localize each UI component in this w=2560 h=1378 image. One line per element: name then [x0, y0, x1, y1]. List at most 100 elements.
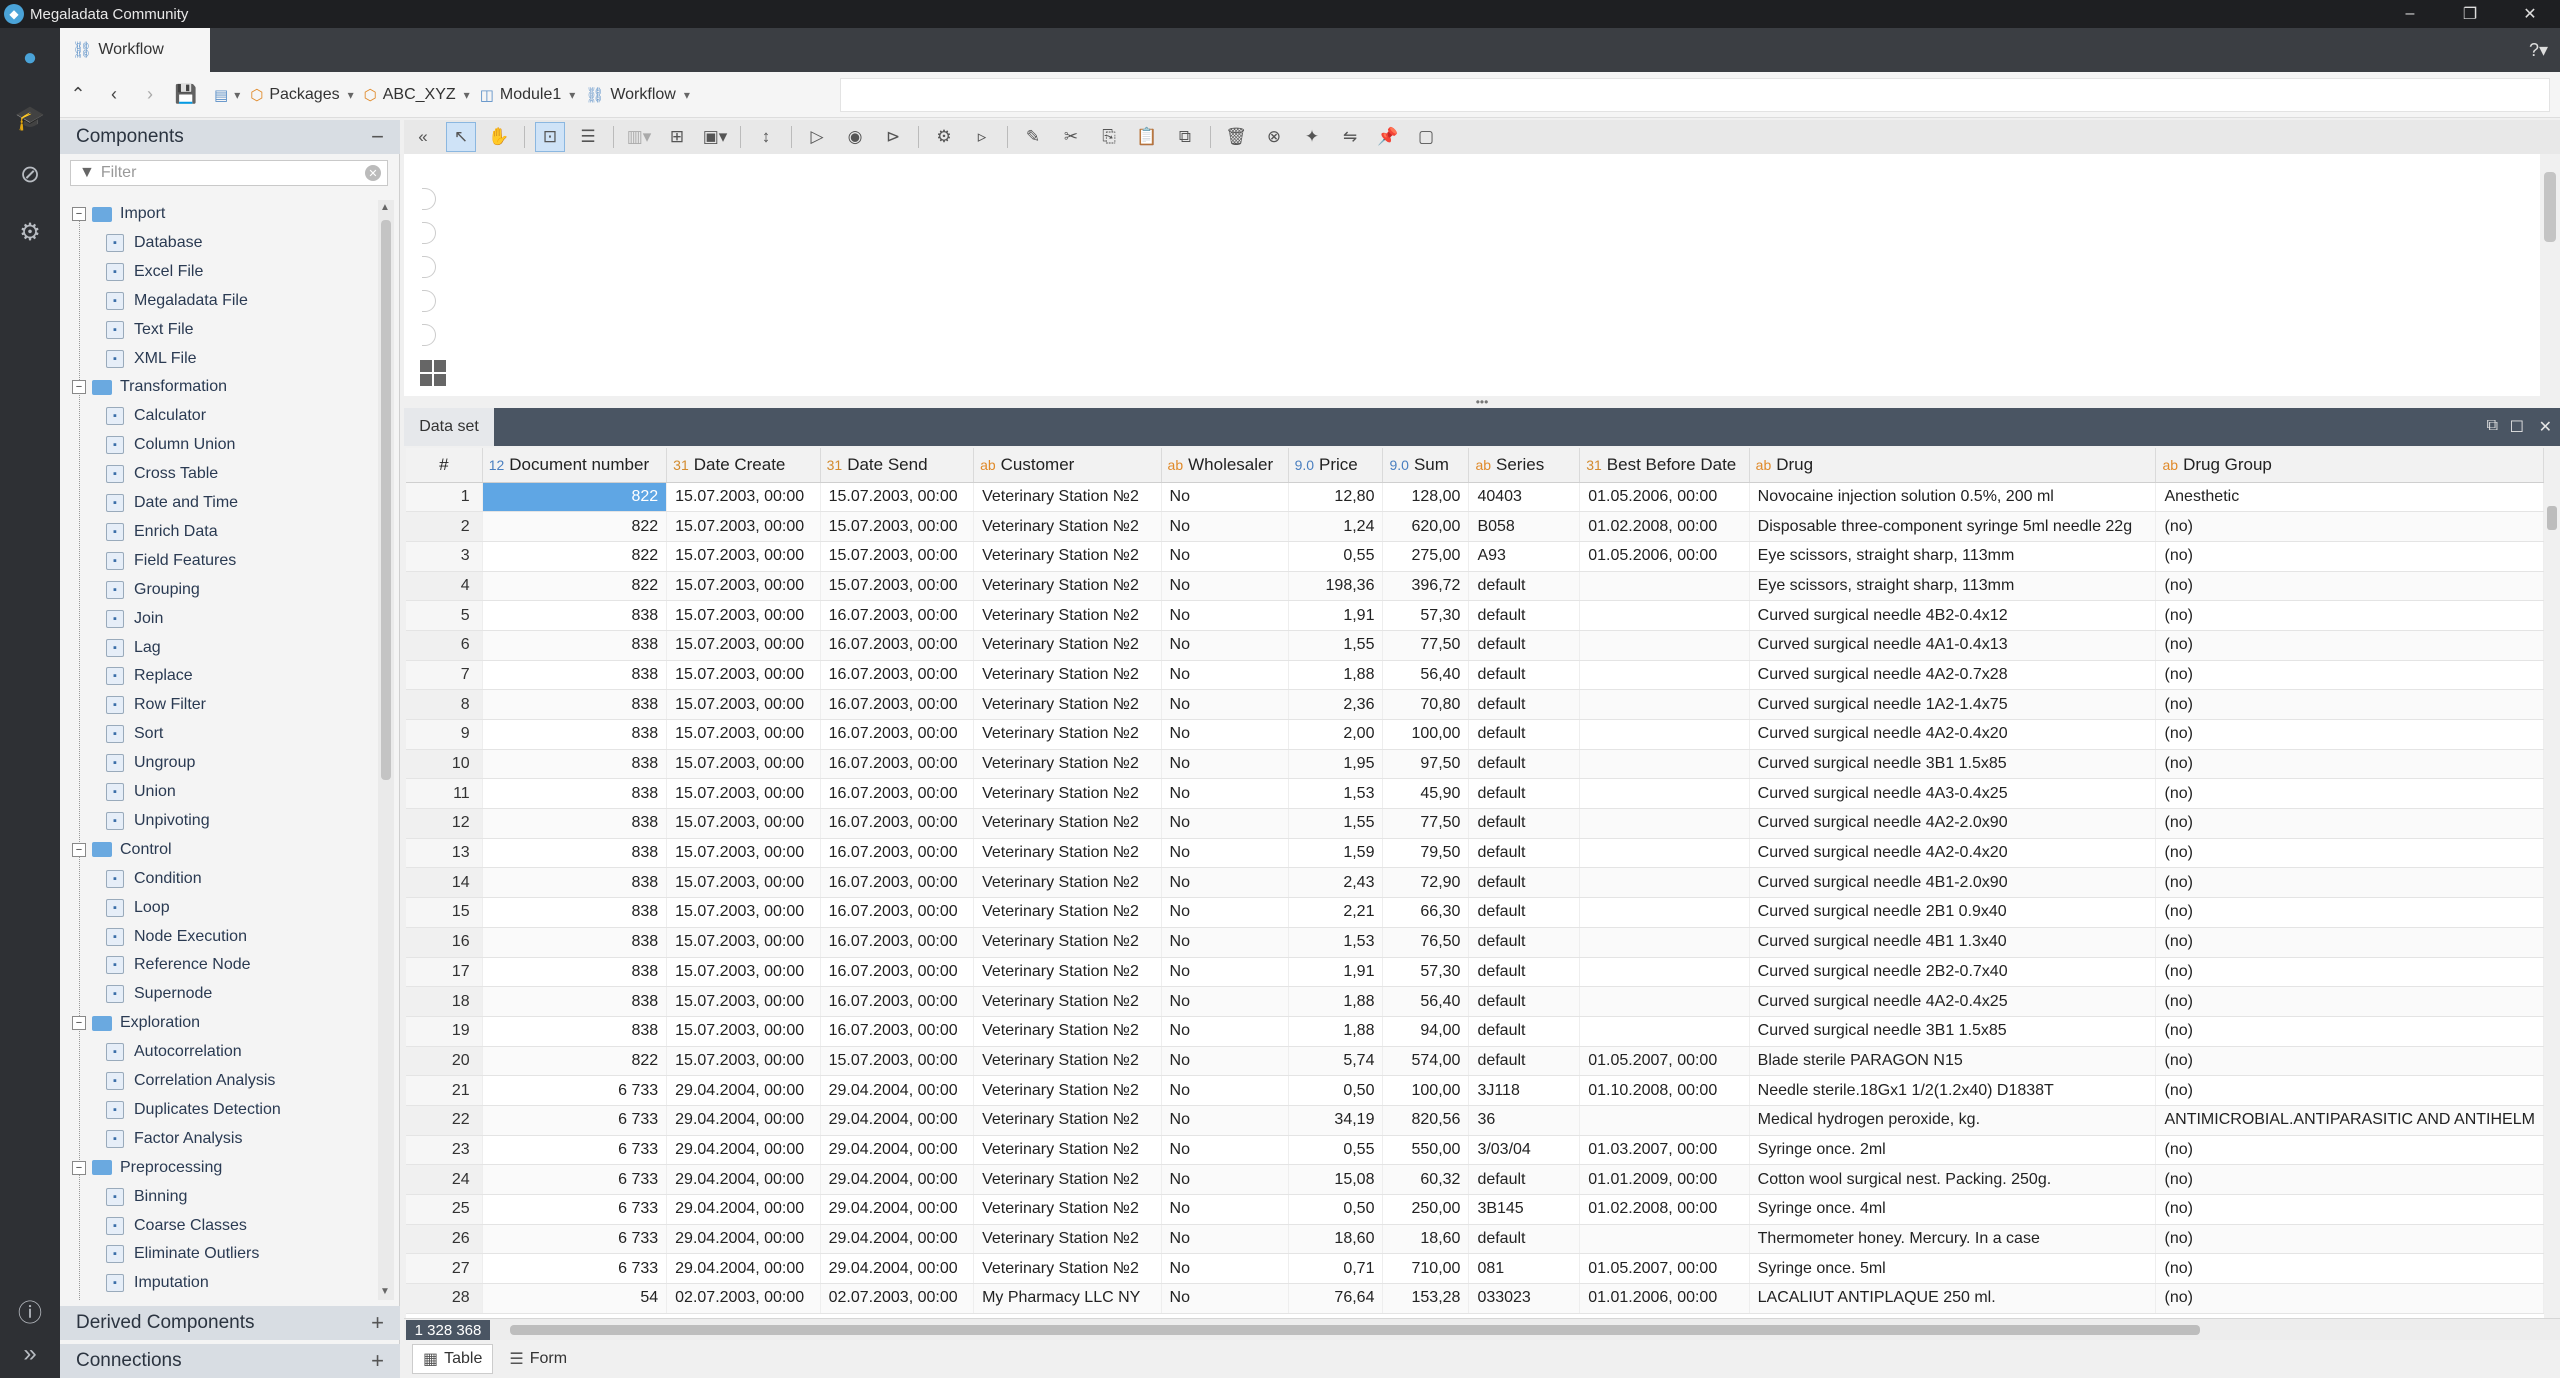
table-cell[interactable] — [1579, 689, 1750, 720]
undock-icon[interactable]: ⧉ — [2487, 417, 2498, 435]
table-cell[interactable]: 29.04.2004, 00:00 — [820, 1164, 975, 1195]
table-cell[interactable]: 29.04.2004, 00:00 — [820, 1194, 975, 1225]
table-row[interactable]: 2 822 15.07.2003, 00:00 15.07.2003, 00:00 Ve… — [406, 511, 2544, 542]
minimize-button[interactable]: – — [2380, 0, 2440, 28]
table-cell[interactable]: (no) — [2155, 838, 2544, 869]
table-cell[interactable]: default — [1468, 867, 1581, 899]
table-cell[interactable]: 15.07.2003, 00:00 — [666, 482, 821, 513]
collapse-toggle-icon[interactable]: − — [72, 842, 86, 857]
input-port[interactable] — [422, 324, 436, 346]
table-cell[interactable]: Needle sterile.18Gx1 1/2(1.2x40) D1838T — [1749, 1075, 2157, 1106]
tree-item[interactable]: ▪ Autocorrelation — [106, 1038, 242, 1066]
table-cell[interactable]: Thermometer honey. Mercury. In a case — [1749, 1224, 2157, 1255]
table-cell[interactable]: Curved surgical needle 2B2-0.7x40 — [1749, 957, 2157, 988]
table-cell[interactable]: Curved surgical needle 4A2-0.4x20 — [1749, 838, 2157, 869]
tree-item[interactable]: ▪ Row Filter — [106, 691, 206, 719]
table-cell[interactable]: 838 — [482, 808, 668, 839]
link-icon[interactable]: ⊗ — [1259, 122, 1289, 152]
table-cell[interactable]: 550,00 — [1382, 1135, 1470, 1166]
table-cell[interactable]: 16.07.2003, 00:00 — [820, 957, 975, 988]
table-cell[interactable]: Blade sterile PARAGON N15 — [1749, 1046, 2157, 1077]
breadcrumb-module[interactable]: ◫ Module1 ▾ — [480, 86, 576, 104]
table-cell[interactable]: Curved surgical needle 4B1-2.0x90 — [1749, 867, 2157, 899]
connect-icon[interactable]: ⇋ — [1335, 122, 1365, 152]
table-cell[interactable]: 66,30 — [1382, 897, 1470, 928]
table-cell[interactable]: No — [1161, 749, 1289, 780]
table-row[interactable]: 4 822 15.07.2003, 00:00 15.07.2003, 00:00 Ve… — [406, 571, 2544, 602]
table-cell[interactable] — [1579, 630, 1750, 661]
tree-item[interactable]: ▪ Node Execution — [106, 923, 247, 951]
table-cell[interactable]: 01.03.2007, 00:00 — [1579, 1135, 1750, 1166]
tree-item[interactable]: ▪ Condition — [106, 865, 202, 893]
table-cell[interactable]: 838 — [482, 838, 668, 869]
table-cell[interactable]: 97,50 — [1382, 749, 1470, 780]
table-cell[interactable]: 2,00 — [1288, 719, 1384, 750]
table-cell[interactable]: No — [1161, 1046, 1289, 1077]
tree-category[interactable]: − Control — [72, 836, 172, 864]
table-cell[interactable]: (no) — [2155, 689, 2544, 720]
table-cell[interactable]: Veterinary Station №2 — [973, 778, 1162, 810]
column-header[interactable]: 9.0 Price — [1288, 448, 1384, 483]
expand-derived-icon[interactable]: + — [371, 1310, 384, 1336]
table-cell[interactable]: 0,50 — [1288, 1194, 1384, 1225]
column-header[interactable]: 31 Date Send — [820, 448, 975, 483]
table-cell[interactable]: (no) — [2155, 600, 2544, 631]
table-cell[interactable]: 3B145 — [1468, 1194, 1581, 1225]
tab-form[interactable]: ☰ Form — [499, 1344, 577, 1374]
table-cell[interactable]: 15.07.2003, 00:00 — [666, 541, 821, 572]
table-cell[interactable]: Curved surgical needle 4B2-0.4x12 — [1749, 600, 2157, 631]
table-cell[interactable]: 29.04.2004, 00:00 — [820, 1075, 975, 1106]
table-cell[interactable]: 45,90 — [1382, 778, 1470, 810]
table-cell[interactable]: default — [1468, 897, 1581, 928]
table-cell[interactable]: 16.07.2003, 00:00 — [820, 1016, 975, 1047]
table-cell[interactable]: 838 — [482, 778, 668, 810]
table-cell[interactable]: 70,80 — [1382, 689, 1470, 720]
tree-item[interactable]: ▪ Correlation Analysis — [106, 1067, 275, 1095]
info-icon[interactable]: ⓘ — [10, 1290, 50, 1330]
align-icon[interactable]: ▥▾ — [624, 122, 654, 152]
table-cell[interactable] — [1579, 778, 1750, 810]
table-cell[interactable]: default — [1468, 600, 1581, 631]
configure-icon[interactable]: ⚙ — [929, 122, 959, 152]
table-cell[interactable]: 40403 — [1468, 482, 1581, 513]
table-cell[interactable]: 820,56 — [1382, 1105, 1470, 1136]
breadcrumb-package[interactable]: ⬡ ABC_XYZ ▾ — [364, 86, 470, 104]
table-cell[interactable]: Syringe once. 5ml — [1749, 1253, 2157, 1285]
table-cell[interactable]: 838 — [482, 927, 668, 958]
table-cell[interactable]: 198,36 — [1288, 571, 1384, 602]
tree-category[interactable]: − Transformation — [72, 373, 227, 401]
activate-icon[interactable]: ▹ — [967, 122, 997, 152]
table-cell[interactable]: 54 — [482, 1283, 668, 1314]
table-cell[interactable]: 2,36 — [1288, 689, 1384, 720]
table-cell[interactable]: Veterinary Station №2 — [973, 630, 1162, 661]
frame-icon[interactable]: ▢ — [1411, 122, 1441, 152]
tree-item[interactable]: ▪ Grouping — [106, 576, 200, 604]
table-cell[interactable]: 838 — [482, 897, 668, 928]
table-cell[interactable]: 01.05.2007, 00:00 — [1579, 1253, 1750, 1285]
table-cell[interactable]: 396,72 — [1382, 571, 1470, 602]
table-cell[interactable]: 6 733 — [482, 1194, 668, 1225]
tree-item[interactable]: ▪ Coarse Classes — [106, 1212, 247, 1240]
tree-item[interactable]: ▪ Factor Analysis — [106, 1125, 242, 1153]
collapse-toggle-icon[interactable]: − — [72, 1016, 86, 1031]
group-icon[interactable]: ⧉ — [1170, 122, 1200, 152]
table-cell[interactable]: No — [1161, 838, 1289, 869]
table-row[interactable]: 5 838 15.07.2003, 00:00 16.07.2003, 00:00 Ve… — [406, 600, 2544, 631]
table-cell[interactable]: 6 733 — [482, 1075, 668, 1106]
table-cell[interactable]: 29.04.2004, 00:00 — [666, 1253, 821, 1285]
table-row[interactable]: 19 838 15.07.2003, 00:00 16.07.2003, 00:00 V… — [406, 1016, 2544, 1047]
table-cell[interactable]: (no) — [2155, 867, 2544, 899]
table-cell[interactable]: 128,00 — [1382, 482, 1470, 513]
table-cell[interactable]: 15.07.2003, 00:00 — [666, 630, 821, 661]
table-cell[interactable]: 29.04.2004, 00:00 — [820, 1224, 975, 1255]
tree-item[interactable]: ▪ Text File — [106, 316, 194, 344]
table-row[interactable]: 14 838 15.07.2003, 00:00 16.07.2003, 00:00 V… — [406, 867, 2544, 899]
table-cell[interactable]: (no) — [2155, 630, 2544, 661]
table-cell[interactable]: 15.07.2003, 00:00 — [666, 927, 821, 958]
table-cell[interactable]: 01.02.2008, 00:00 — [1579, 1194, 1750, 1225]
table-cell[interactable]: No — [1161, 1135, 1289, 1166]
table-cell[interactable]: 250,00 — [1382, 1194, 1470, 1225]
table-cell[interactable]: (no) — [2155, 1164, 2544, 1195]
tab-dataset[interactable]: Data set — [404, 408, 494, 446]
table-row[interactable]: 3 822 15.07.2003, 00:00 15.07.2003, 00:00 Ve… — [406, 541, 2544, 572]
